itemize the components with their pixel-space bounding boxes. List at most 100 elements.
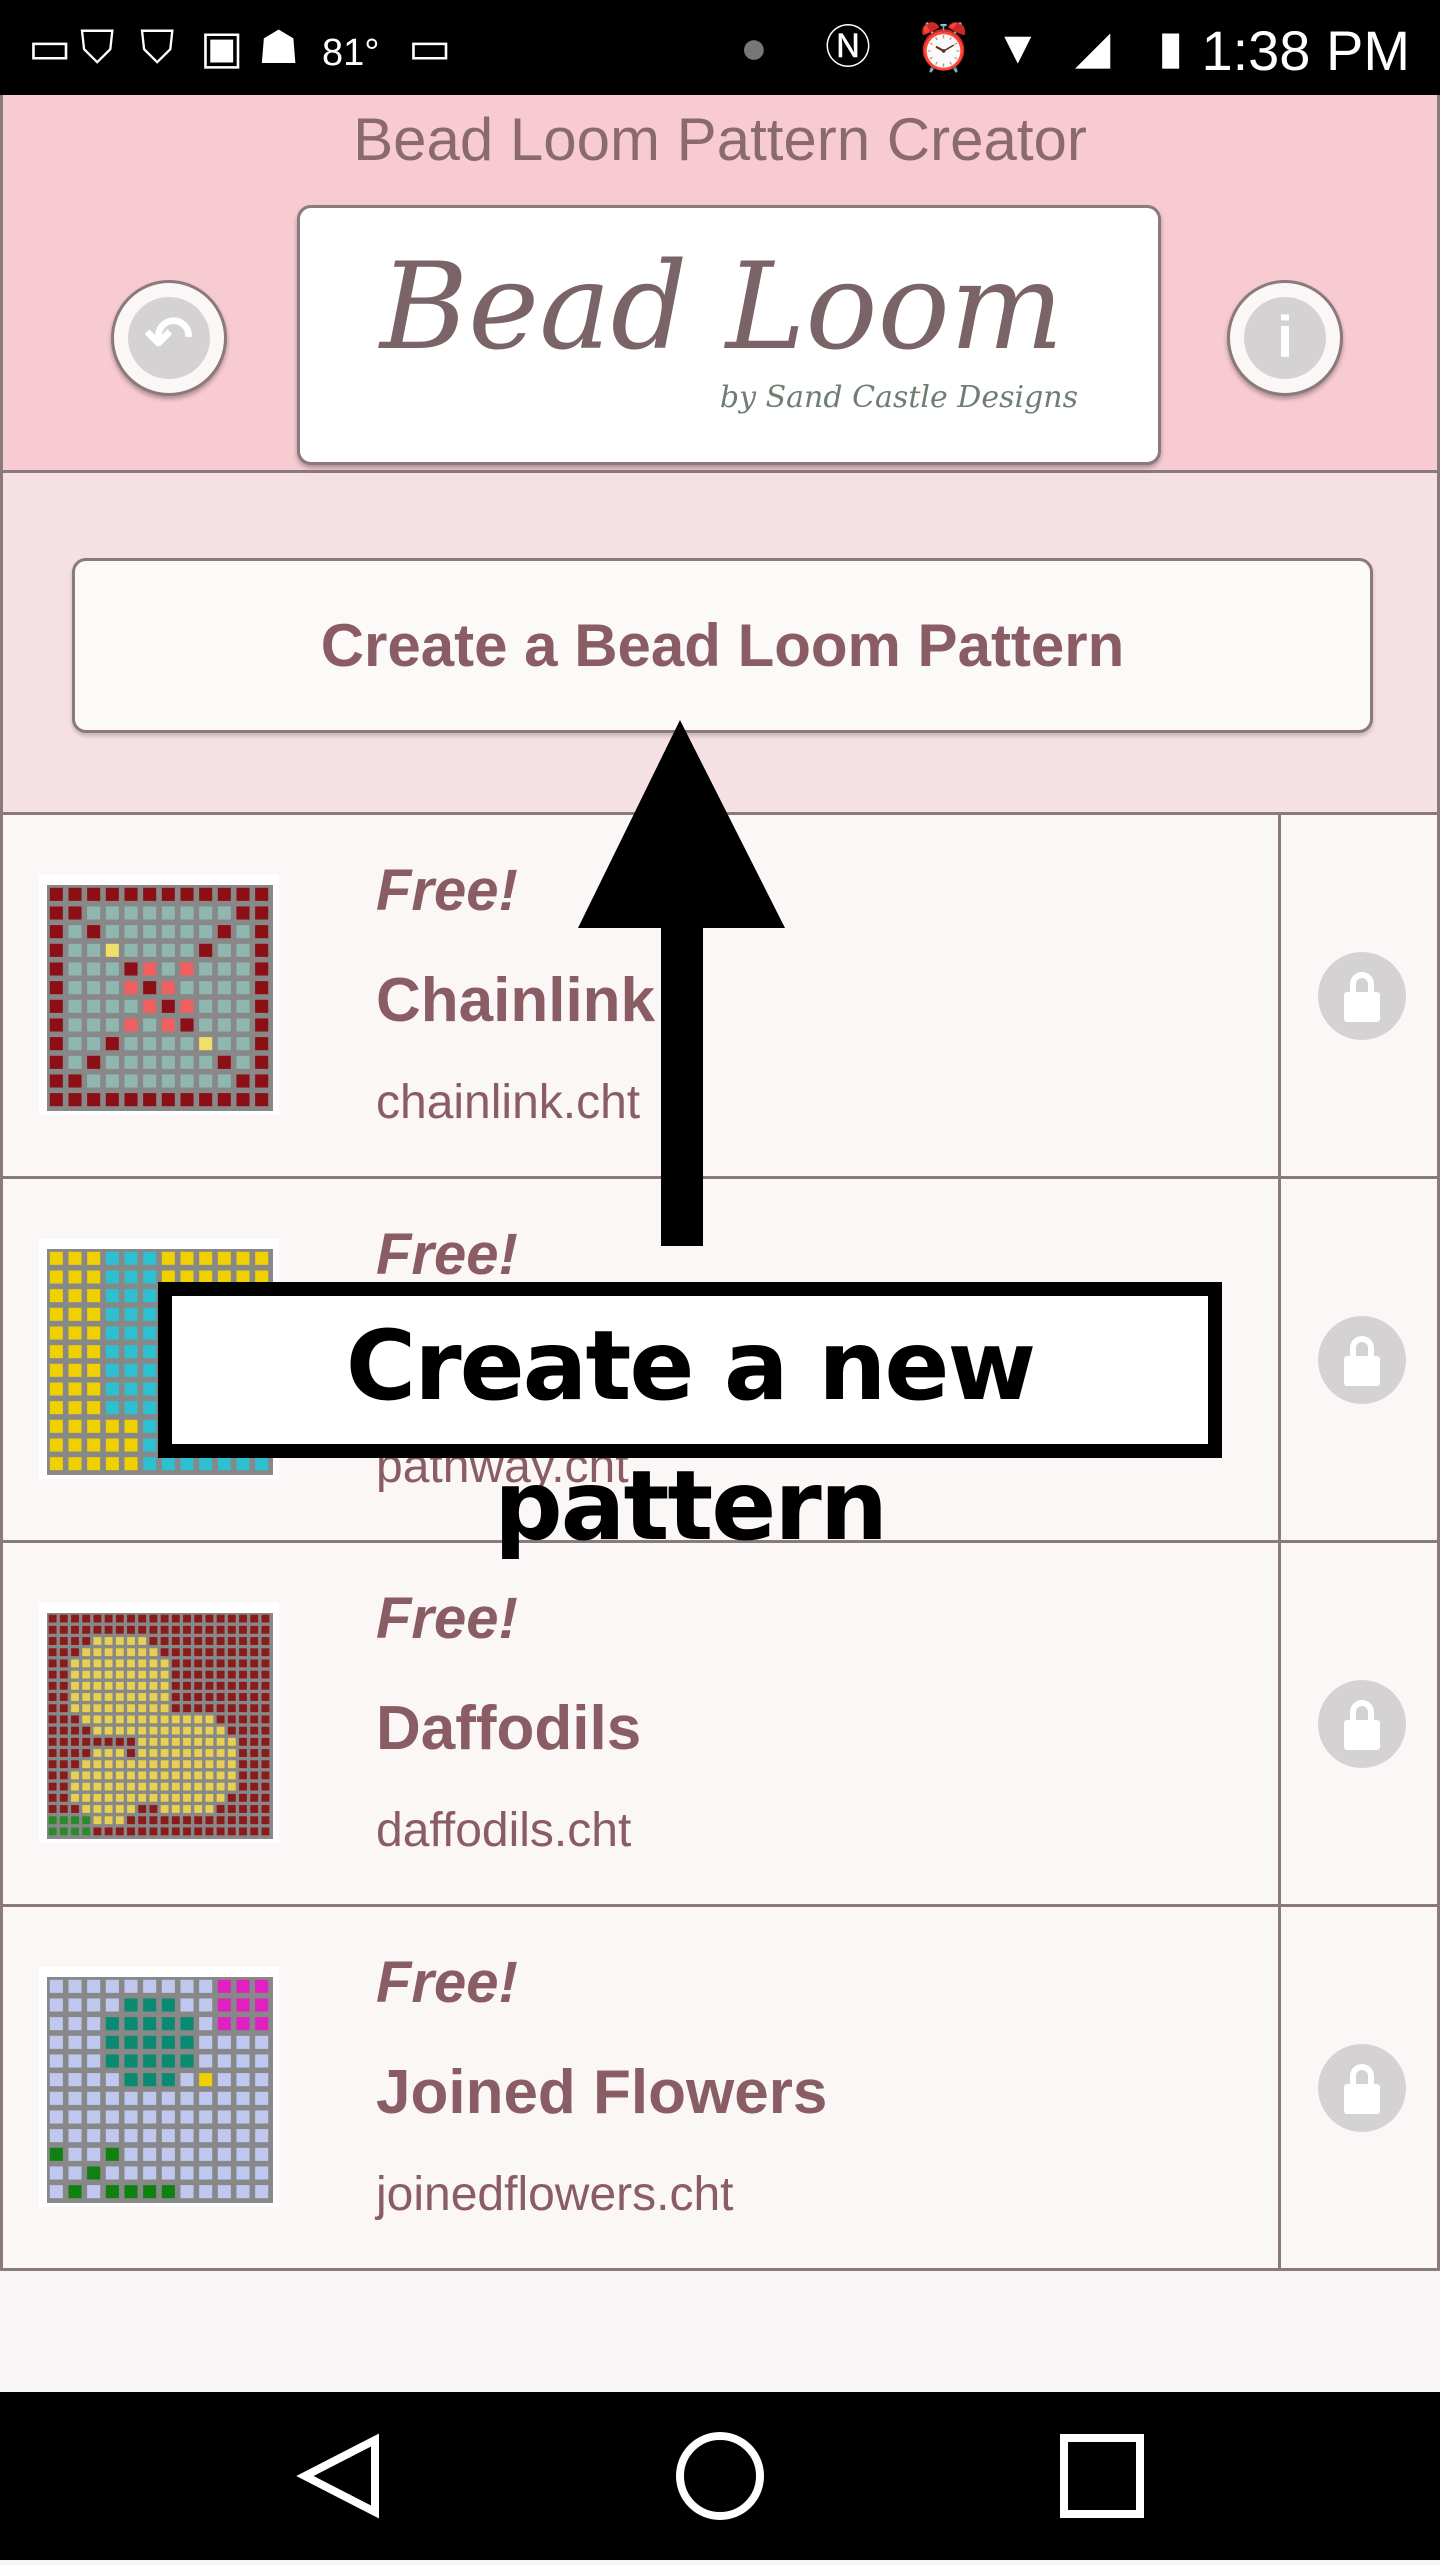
bead — [160, 1637, 169, 1645]
bead — [68, 1363, 82, 1377]
lock-icon[interactable] — [1318, 1316, 1406, 1404]
bead — [160, 1805, 169, 1813]
bead — [115, 1648, 124, 1657]
bead — [180, 2110, 194, 2124]
bead — [49, 2091, 63, 2105]
bead — [180, 2166, 194, 2180]
bead — [127, 1726, 135, 1735]
bead — [68, 2166, 82, 2180]
bead — [199, 1998, 213, 2012]
bead — [216, 1693, 225, 1701]
bead — [87, 2166, 101, 2180]
bead — [160, 1670, 169, 1679]
bead — [255, 2185, 269, 2199]
bead — [205, 1793, 214, 1802]
bead — [205, 1827, 214, 1836]
home-nav-icon[interactable] — [676, 2432, 764, 2520]
bead — [250, 1637, 259, 1645]
bead — [115, 1793, 124, 1802]
bead — [149, 1648, 158, 1657]
bead — [124, 1438, 138, 1452]
bead — [105, 1457, 119, 1471]
bead — [68, 1979, 82, 1993]
bead — [205, 1704, 214, 1713]
bead — [138, 1805, 147, 1813]
bead — [194, 1670, 203, 1679]
bead — [149, 1659, 158, 1668]
bead — [160, 1737, 169, 1746]
back-nav-icon[interactable] — [296, 2433, 379, 2519]
bead — [227, 1670, 236, 1679]
bead — [227, 1793, 236, 1802]
bead — [171, 1681, 180, 1690]
bead — [205, 1625, 214, 1634]
bead — [68, 1382, 82, 1396]
bead — [180, 2017, 194, 2031]
bead — [161, 1979, 175, 1993]
bead — [87, 1382, 101, 1396]
bead — [217, 1979, 231, 1993]
bead — [93, 1749, 102, 1757]
bead — [124, 1979, 138, 1993]
bead — [149, 1793, 158, 1802]
bead — [143, 1457, 157, 1471]
bead — [93, 1816, 102, 1825]
bead — [194, 1771, 203, 1780]
bead — [49, 1345, 63, 1359]
bead — [71, 1670, 79, 1679]
bead — [124, 2110, 138, 2124]
bead — [115, 1827, 124, 1836]
bead — [115, 1625, 124, 1634]
recents-nav-icon[interactable] — [1060, 2434, 1144, 2518]
bead — [199, 2166, 213, 2180]
bead — [160, 1693, 169, 1701]
bead — [255, 2129, 269, 2143]
bead — [71, 1625, 79, 1634]
navigation-bar — [0, 2392, 1440, 2560]
bead — [82, 1637, 91, 1645]
bead — [160, 1625, 169, 1634]
pattern-file: daffodils.cht — [376, 1804, 632, 1857]
bead — [205, 1648, 214, 1657]
bead — [194, 1693, 203, 1701]
bead — [143, 1307, 157, 1321]
bead — [239, 1805, 247, 1813]
bead — [161, 2185, 175, 2199]
bead — [255, 2091, 269, 2105]
bead — [104, 1670, 113, 1679]
bead — [143, 2147, 157, 2161]
bead — [127, 1637, 135, 1645]
bead — [255, 1998, 269, 2012]
lock-icon[interactable] — [1318, 2044, 1406, 2132]
bead — [261, 1670, 270, 1679]
bead — [216, 1614, 225, 1623]
divider — [1278, 1543, 1281, 1904]
bead — [127, 1715, 135, 1724]
bead — [127, 1749, 135, 1757]
bead — [217, 2166, 231, 2180]
bead — [82, 1782, 91, 1791]
bead — [236, 2035, 250, 2049]
bead — [82, 1625, 91, 1634]
bead — [261, 1793, 270, 1802]
bead — [180, 1979, 194, 1993]
bead — [59, 1827, 68, 1836]
bead — [160, 1793, 169, 1802]
pattern-list-item[interactable]: Free! Daffodils daffodils.cht — [0, 1543, 1440, 1907]
bead — [104, 1637, 113, 1645]
bead — [68, 2054, 82, 2068]
bead — [149, 1704, 158, 1713]
bead — [255, 1457, 269, 1471]
lock-icon[interactable] — [1318, 1680, 1406, 1768]
bead — [216, 1805, 225, 1813]
bead — [205, 1805, 214, 1813]
bead — [183, 1681, 191, 1690]
bead — [115, 1760, 124, 1769]
bead — [239, 1614, 247, 1623]
pattern-list-item[interactable]: Free! Joined Flowers joinedflowers.cht — [0, 1907, 1440, 2271]
bead — [250, 1693, 259, 1701]
bead — [183, 1704, 191, 1713]
bead — [160, 1749, 169, 1757]
bead — [115, 1749, 124, 1757]
bead — [216, 1782, 225, 1791]
